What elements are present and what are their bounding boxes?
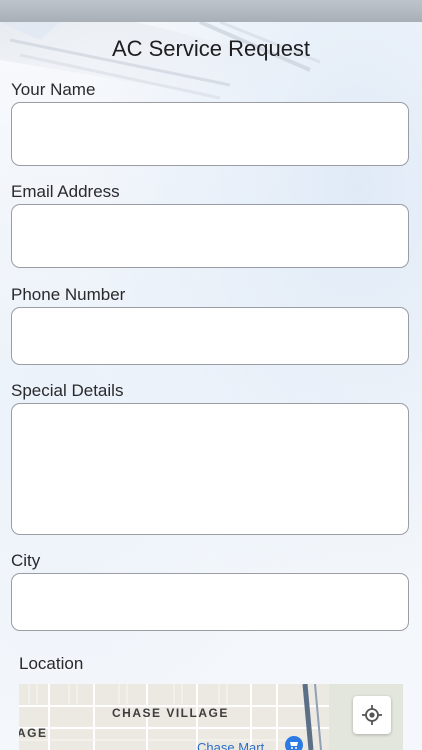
location-map[interactable]: CHASE VILLAGE AGE Chase Mart [19,684,403,750]
page-title: AC Service Request [111,36,311,61]
crosshair-icon [362,705,382,725]
email-label: Email Address [11,182,120,201]
name-field[interactable] [11,102,409,166]
phone-label: Phone Number [11,285,126,304]
special-details-field[interactable] [11,403,409,535]
map-poi-label[interactable]: Chase Mart [197,740,264,750]
locate-me-button[interactable] [353,696,391,734]
phone-field[interactable] [11,307,409,365]
map-neighborhood-label: CHASE VILLAGE [112,706,229,720]
city-label: City [11,551,41,570]
city-field[interactable] [11,573,409,631]
name-label: Your Name [11,80,96,99]
email-field[interactable] [11,204,409,268]
details-label: Special Details [11,381,124,400]
top-status-bar [0,0,422,22]
map-edge-label: AGE [19,726,48,740]
shopping-cart-pin-icon[interactable] [285,736,303,750]
location-label: Location [19,654,84,673]
